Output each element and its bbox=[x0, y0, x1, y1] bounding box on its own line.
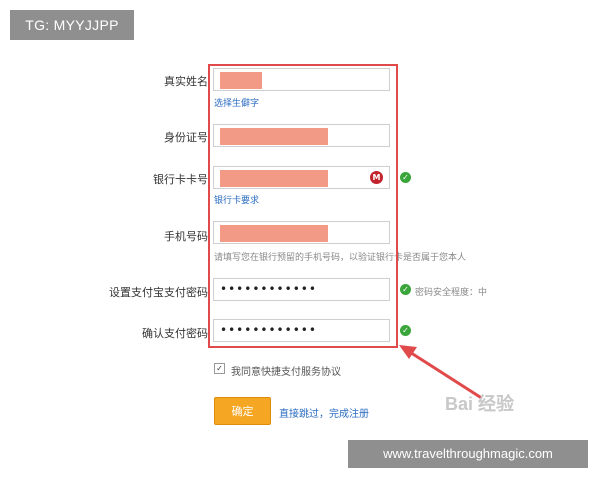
check-icon: ✓ bbox=[400, 172, 411, 183]
confirm-password-label: 确认支付密码 bbox=[142, 327, 208, 340]
set-password-label: 设置支付宝支付密码 bbox=[109, 286, 208, 299]
tg-badge: TG: MYYJJPP bbox=[10, 10, 134, 40]
id-number-label: 身份证号 bbox=[164, 131, 208, 144]
phone-label: 手机号码 bbox=[164, 230, 208, 243]
check-icon: ✓ bbox=[400, 284, 411, 295]
agreement-text[interactable]: 我同意快捷支付服务协议 bbox=[231, 363, 341, 378]
real-name-label: 真实姓名 bbox=[164, 75, 208, 88]
password-strength-text: 密码安全程度：中 bbox=[415, 288, 488, 298]
skip-registration-link[interactable]: 直接跳过，完成注册 bbox=[279, 405, 369, 420]
agreement-checkbox[interactable]: ✓ bbox=[214, 363, 225, 374]
highlight-box bbox=[208, 64, 398, 348]
bank-card-label: 银行卡卡号 bbox=[153, 173, 208, 186]
baidu-watermark: Bai 经验 bbox=[445, 394, 515, 414]
confirm-button[interactable]: 确定 bbox=[214, 397, 271, 425]
url-banner: www.travelthroughmagic.com bbox=[348, 440, 588, 468]
